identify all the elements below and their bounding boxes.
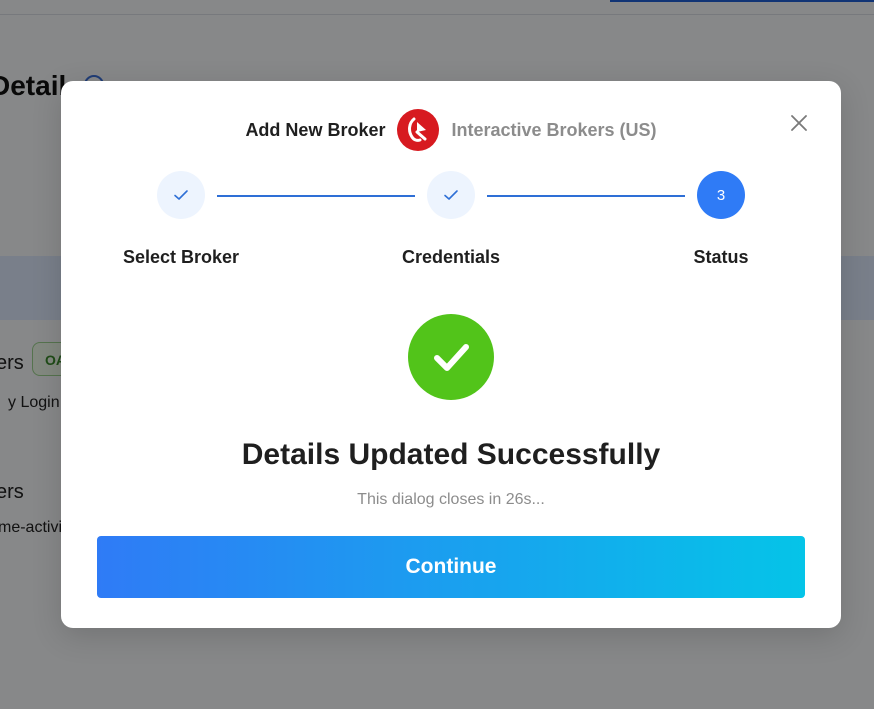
- step-1-indicator: [157, 171, 205, 219]
- step-label-status: Status: [693, 247, 749, 267]
- step-2-indicator: [427, 171, 475, 219]
- add-broker-modal: Add New Broker Interactive Brokers (US) …: [61, 81, 841, 628]
- modal-header: Add New Broker Interactive Brokers (US): [61, 109, 841, 151]
- continue-button[interactable]: Continue: [97, 536, 805, 598]
- check-icon: [174, 190, 188, 200]
- success-title: Details Updated Successfully: [241, 438, 661, 471]
- countdown-text: This dialog closes in 26s...: [357, 491, 545, 508]
- step-connector: [217, 195, 415, 197]
- step-3-indicator: 3: [697, 171, 745, 219]
- success-check-icon: [408, 314, 494, 400]
- step-label-select-broker: Select Broker: [122, 247, 240, 267]
- broker-name: Interactive Brokers (US): [451, 119, 657, 140]
- modal-title: Add New Broker: [245, 119, 386, 140]
- check-icon: [444, 190, 458, 200]
- step-connector: [487, 195, 685, 197]
- step-label-credentials: Credentials: [401, 247, 501, 267]
- broker-logo-icon: [397, 109, 440, 151]
